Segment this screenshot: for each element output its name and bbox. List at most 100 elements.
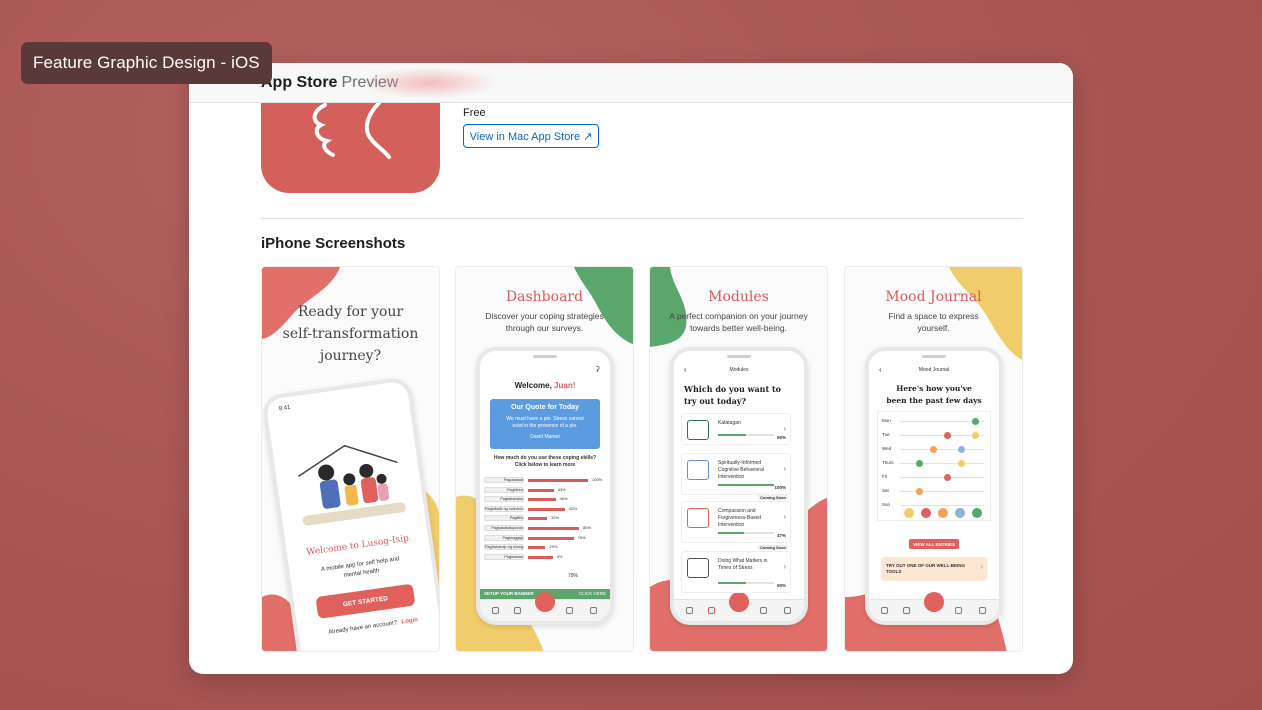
nav-modules-icon[interactable] [514, 607, 521, 614]
mood-legend-emoji-icon[interactable] [904, 508, 914, 518]
mood-legend-emoji-icon[interactable] [938, 508, 948, 518]
coping-skill-label: Pagbibalik ng suliranin [484, 505, 524, 512]
coping-skill-label: Pagbibiro [484, 486, 524, 493]
coping-skill-bar[interactable] [528, 536, 574, 540]
mood-emoji-icon[interactable] [930, 446, 937, 453]
mood-day-label: Mon [882, 418, 891, 423]
nav-settings-icon[interactable] [590, 607, 597, 614]
coping-skill-bar[interactable] [528, 555, 553, 559]
onboarding-hero-text: Ready for your self-transformation journ… [282, 304, 419, 364]
nav-home-icon[interactable] [924, 592, 944, 612]
mood-legend-emoji-icon[interactable] [921, 508, 931, 518]
section-divider [261, 218, 1023, 219]
coping-skill-percent: 29% [549, 544, 558, 550]
module-progress-bar [718, 582, 774, 584]
modules-subtitle: A perfect companion on your journey towa… [669, 311, 808, 333]
nav-home-icon[interactable] [535, 592, 555, 612]
module-card[interactable]: Compassion and Forgiveness-Based Interve… [681, 495, 791, 543]
coping-skill-bar[interactable] [528, 498, 556, 502]
mood-journal-header: Mood Journal [918, 367, 950, 373]
coping-skills-chart: Pagdarasal 100% Pagbibiro 43% Pagtatrabaho 46… [484, 477, 606, 577]
mood-emoji-icon[interactable] [944, 474, 951, 481]
mood-emoji-icon[interactable] [944, 432, 951, 439]
app-price: Free [463, 107, 486, 119]
mood-emoji-icon[interactable] [972, 418, 979, 425]
screenshot-onboarding[interactable]: Ready for your self-transformation journ… [261, 266, 440, 652]
bell-icon[interactable]: ⚳ [595, 365, 600, 373]
coping-skill-percent: 46% [559, 496, 568, 502]
nav-modules-icon[interactable] [903, 607, 910, 614]
module-card[interactable]: Doing What Matters in Times of Stress 50%… [681, 545, 791, 593]
screenshot-dashboard[interactable]: Dashboard Discover your coping strategie… [455, 266, 634, 652]
mood-legend-emoji-icon[interactable] [972, 508, 982, 518]
get-started-button[interactable]: GET STARTED [315, 583, 416, 619]
coping-question: How much do you use these coping skills?… [493, 455, 597, 468]
app-logo-icon [312, 101, 391, 159]
module-card[interactable]: Spiritually-Informed Cognitive Behaviora… [681, 453, 791, 495]
module-logo-icon [687, 508, 709, 528]
app-store-preview-window: App Store Preview Free View in Mac App S… [189, 63, 1073, 674]
bottom-navbar [480, 592, 610, 621]
modules-phone: ‹ Modules Which do you want to try out t… [670, 347, 808, 625]
login-link[interactable]: Login [401, 617, 418, 625]
mood-day-label: Tue [882, 432, 890, 437]
coping-skill-percent: 4% [556, 553, 563, 559]
coping-skill-bar[interactable] [528, 517, 548, 521]
nav-journal-icon[interactable] [881, 607, 888, 614]
module-progress-bar [718, 434, 774, 436]
nav-book-icon[interactable] [566, 607, 573, 614]
module-card[interactable]: Katatagan 50% › [681, 413, 791, 445]
mood-journal-phone: ‹ Mood Journal Here's how you've been th… [865, 347, 1003, 625]
nav-journal-icon[interactable] [492, 607, 499, 614]
module-progress-bar [718, 484, 774, 486]
mood-emoji-icon[interactable] [972, 432, 979, 439]
banner-action[interactable]: CLICK HERE [579, 591, 606, 596]
app-store-brand[interactable]: App Store [261, 74, 337, 92]
well-being-tools-banner[interactable]: TRY OUT ONE OF OUR WELL-BEING TOOLS › [881, 557, 987, 581]
chevron-right-icon: › [783, 424, 786, 433]
coping-skill-label: Pagdarasal [484, 477, 524, 483]
coping-skill-label: Pagtitiis [484, 515, 524, 522]
view-in-mac-app-store-button[interactable]: View in Mac App Store ↗ [463, 124, 599, 148]
nav-settings-icon[interactable] [979, 607, 986, 614]
screenshot-modules[interactable]: Modules A perfect companion on your jour… [649, 266, 828, 652]
mood-question: Here's how you've been the past few days [886, 384, 982, 405]
dashboard-phone: ⚳ Welcome, Juan! Our Quote for Today We … [476, 347, 614, 625]
nav-settings-icon[interactable] [784, 607, 791, 614]
module-logo-icon [687, 558, 709, 578]
nav-home-icon[interactable] [729, 592, 749, 612]
mood-day-label: Sat [882, 488, 889, 493]
coping-skill-bar[interactable] [528, 546, 546, 550]
app-icon [261, 93, 440, 193]
mood-emoji-icon[interactable] [958, 460, 965, 467]
mood-legend-emoji-icon[interactable] [955, 508, 965, 518]
bottom-navbar [869, 592, 999, 621]
mood-grid-line [900, 449, 984, 450]
chevron-right-icon: › [783, 562, 786, 571]
screenshot-mood-journal[interactable]: Mood Journal Find a space to express you… [844, 266, 1023, 652]
mood-grid-line [900, 463, 984, 464]
quote-title: Our Quote for Today [511, 404, 579, 411]
modules-question: Which do you want to try out today? [684, 384, 782, 406]
mood-emoji-icon[interactable] [958, 446, 965, 453]
coping-skill-bar[interactable] [528, 507, 566, 511]
nav-book-icon[interactable] [955, 607, 962, 614]
coping-skill-bar[interactable] [528, 479, 588, 482]
module-progress-text: 50% [776, 435, 786, 440]
coping-skill-bar[interactable] [528, 488, 554, 492]
coming-soon-badge: Coming Soon [758, 545, 788, 550]
nav-book-icon[interactable] [760, 607, 767, 614]
mood-emoji-icon[interactable] [916, 460, 923, 467]
nav-journal-icon[interactable] [686, 607, 693, 614]
phone-notch [533, 355, 557, 358]
coping-skill-label: Pagtatrabaho [484, 496, 524, 503]
coping-skill-percent: 32% [551, 515, 560, 521]
quote-card[interactable]: Our Quote for Today We must have a pie. … [490, 399, 600, 449]
status-time: 9:41 [278, 404, 291, 413]
module-progress-text: 50% [776, 583, 786, 588]
view-all-entries-button[interactable]: VIEW ALL ENTRIES [909, 539, 959, 549]
coping-skill-bar[interactable] [528, 527, 579, 530]
nav-modules-icon[interactable] [708, 607, 715, 614]
screenshots-carousel[interactable]: Ready for your self-transformation journ… [261, 266, 1023, 652]
mood-emoji-icon[interactable] [916, 488, 923, 495]
